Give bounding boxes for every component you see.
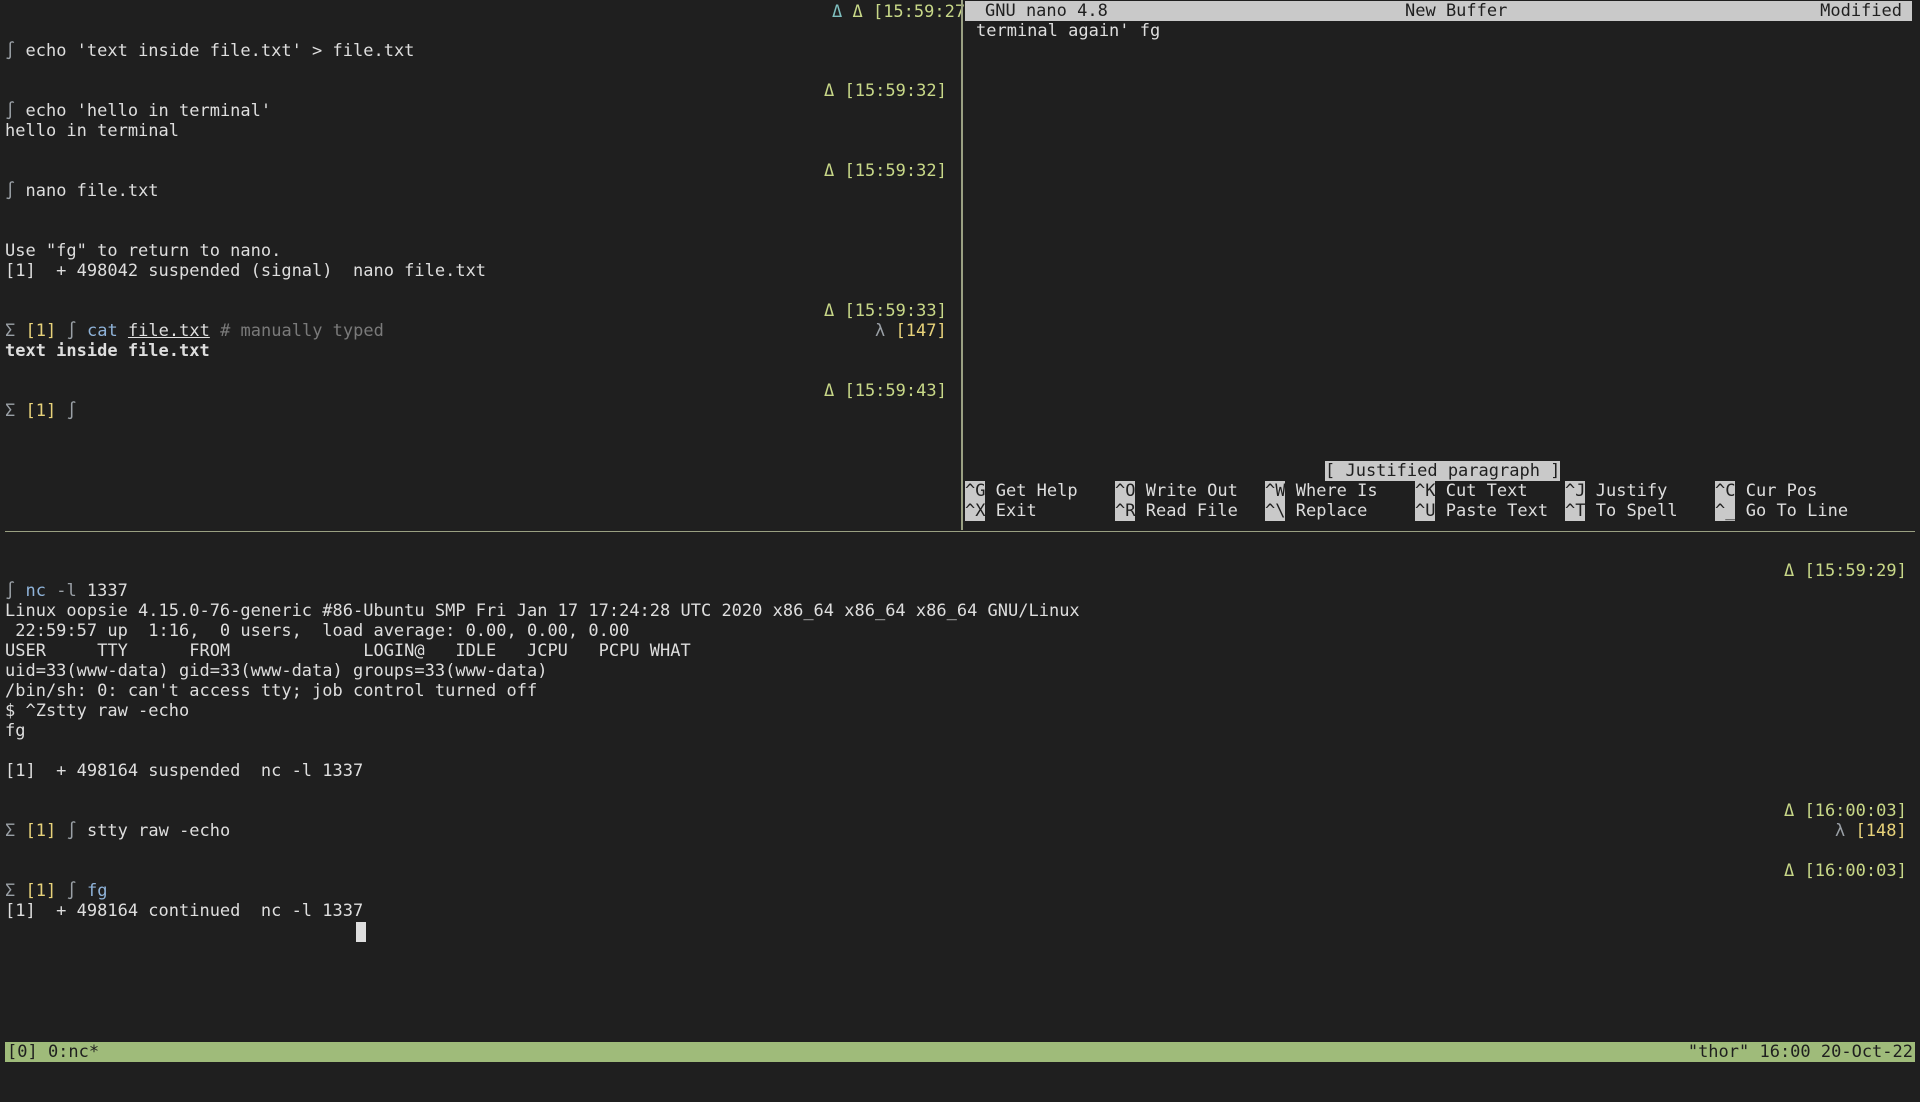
timestamp: Δ [15:59:32] <box>824 81 947 101</box>
shortcut-justify[interactable]: ^J Justify <box>1565 481 1667 501</box>
nano-title-bar: GNU nano 4.8 New Buffer Modified <box>965 1 1912 21</box>
tmux-status-bar: [0] 0:nc* "thor" 16:00 20-Oct-22 <box>5 1042 1915 1062</box>
nano-status-message: [ Justified paragraph ] <box>1325 461 1561 481</box>
tmux-window-list[interactable]: [0] 0:nc* <box>7 1042 99 1062</box>
command-line: ∫ echo 'text inside file.txt' > file.txt <box>5 41 415 61</box>
timestamp: Δ [15:59:33] <box>824 301 947 321</box>
output-line: hello in terminal <box>5 121 179 141</box>
timestamp: Δ [16:00:03] <box>1784 801 1907 821</box>
output-line: [1] + 498164 suspended nc -l 1337 <box>5 761 364 781</box>
shortcut-get-help[interactable]: ^G Get Help <box>965 481 1078 501</box>
output-line: $ ^Zstty raw -echo <box>5 701 190 721</box>
command-line: ∫ nc -l 1337 <box>5 581 128 601</box>
command-line: Σ [1] ∫ fg <box>5 881 108 901</box>
shortcut-cur-pos[interactable]: ^C Cur Pos <box>1715 481 1817 501</box>
shortcut-paste-text[interactable]: ^U Paste Text <box>1415 501 1548 521</box>
shortcut-cut-text[interactable]: ^K Cut Text <box>1415 481 1528 501</box>
output-line: 22:59:57 up 1:16, 0 users, load average:… <box>5 621 630 641</box>
nano-modified-state: Modified <box>1820 1 1902 21</box>
exit-code: λ [148] <box>1835 821 1907 841</box>
output-line: uid=33(www-data) gid=33(www-data) groups… <box>5 661 548 681</box>
output-line: [1] + 498042 suspended (signal) nano fil… <box>5 261 487 281</box>
shortcut-to-spell[interactable]: ^T To Spell <box>1565 501 1678 521</box>
horizontal-pane-divider[interactable] <box>5 531 1915 532</box>
command-line: Σ [1] ∫ cat file.txt # manually typed <box>5 321 384 341</box>
nano-buffer-name: New Buffer <box>1405 1 1508 21</box>
vertical-pane-divider[interactable] <box>961 0 963 530</box>
output-line: fg <box>5 721 26 741</box>
output-line: [1] + 498164 continued nc -l 1337 <box>5 901 364 921</box>
timestamp: Δ [15:59:43] <box>824 381 947 401</box>
timestamp: Δ [16:00:03] <box>1784 861 1907 881</box>
prompt-line: Σ [1] ∫ <box>5 401 77 421</box>
output-line: Linux oopsie 4.15.0-76-generic #86-Ubunt… <box>5 601 1080 621</box>
output-line: USER TTY FROM LOGIN@ IDLE JCPU PCPU WHAT <box>5 641 691 661</box>
nano-content[interactable]: terminal again' fg <box>976 21 1160 41</box>
shortcut-read-file[interactable]: ^R Read File <box>1115 501 1238 521</box>
shortcut-go-to-line[interactable]: ^_ Go To Line <box>1715 501 1848 521</box>
command-line: Σ [1] ∫ stty raw -echo <box>5 821 231 841</box>
shortcut-where-is[interactable]: ^W Where Is <box>1265 481 1378 501</box>
nano-version: GNU nano 4.8 <box>985 1 1108 21</box>
output-line: Use "fg" to return to nano. <box>5 241 282 261</box>
shortcut-write-out[interactable]: ^O Write Out <box>1115 481 1238 501</box>
shortcut-exit[interactable]: ^X Exit <box>965 501 1037 521</box>
command-line: ∫ echo 'hello in terminal' <box>5 101 272 121</box>
tmux-status-right: "thor" 16:00 20-Oct-22 <box>1687 1042 1913 1062</box>
command-line: ∫ nano file.txt <box>5 181 159 201</box>
output-line: text inside file.txt <box>5 341 210 361</box>
timestamp: Δ Δ [15:59:27] <box>832 2 976 22</box>
exit-code: λ [147] <box>875 321 947 341</box>
timestamp: Δ [15:59:29] <box>1784 561 1907 581</box>
shortcut-replace[interactable]: ^\ Replace <box>1265 501 1367 521</box>
terminal-cursor <box>356 922 366 942</box>
timestamp: Δ [15:59:32] <box>824 161 947 181</box>
output-line: /bin/sh: 0: can't access tty; job contro… <box>5 681 538 701</box>
